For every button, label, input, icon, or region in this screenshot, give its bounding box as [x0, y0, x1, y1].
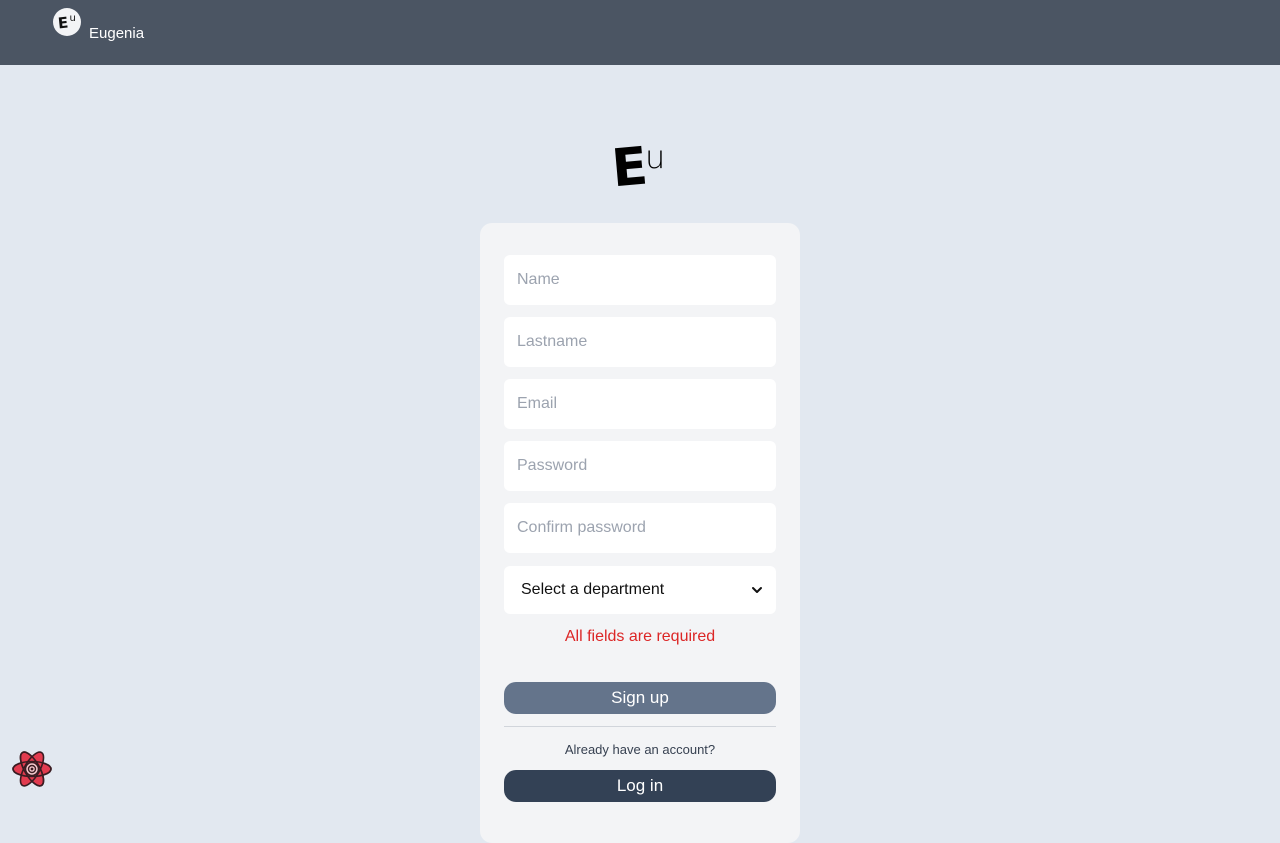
- lastname-input[interactable]: [504, 317, 776, 367]
- chevron-down-icon: [752, 587, 762, 593]
- react-devtools-button[interactable]: [11, 748, 53, 790]
- react-icon: [12, 751, 52, 787]
- confirm-password-input[interactable]: [504, 503, 776, 553]
- brand-logo-icon: Eu: [53, 8, 81, 36]
- app-logo-letter-u: u: [645, 138, 666, 176]
- brand-name: Eugenia: [89, 25, 145, 42]
- form-error-message: All fields are required: [564, 628, 716, 645]
- department-select-value: Select a department: [521, 581, 665, 598]
- signup-button[interactable]: Sign up: [504, 682, 776, 714]
- email-input[interactable]: [504, 379, 776, 429]
- brand-logo-letter-e: E: [57, 13, 70, 32]
- name-input[interactable]: [504, 255, 776, 305]
- app-logo-letter-e: E: [609, 136, 649, 200]
- brand-logo-letter-u: u: [69, 13, 76, 24]
- department-select[interactable]: Select a department: [504, 566, 776, 614]
- login-button[interactable]: Log in: [504, 770, 776, 802]
- top-nav-bar: Eu Eugenia: [0, 0, 1280, 65]
- signup-form-card: Select a department All fields are requi…: [480, 223, 800, 843]
- password-input[interactable]: [504, 441, 776, 491]
- app-logo: E u: [609, 137, 672, 200]
- already-account-text: Already have an account?: [564, 742, 716, 757]
- form-divider: [504, 726, 776, 727]
- brand-link[interactable]: Eu Eugenia: [53, 8, 144, 42]
